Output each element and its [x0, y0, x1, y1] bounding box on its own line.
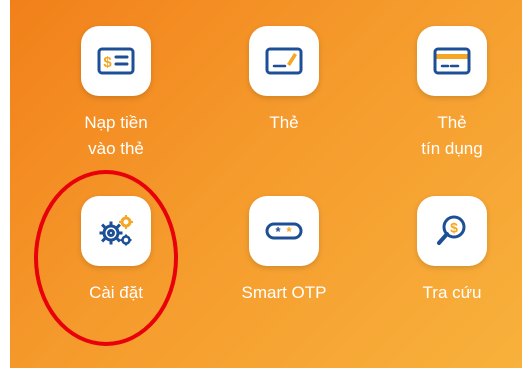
menu-item-the-tin-dung[interactable]: Thẻ tín dụng: [362, 26, 522, 196]
search-money-icon-box: $: [417, 196, 487, 266]
settings-gears-icon-box: [81, 196, 151, 266]
password-otp-icon-box: * *: [249, 196, 319, 266]
money-card-icon-box: $: [81, 26, 151, 96]
search-money-icon: $: [437, 215, 466, 245]
menu-item-label: Thẻ tín dụng: [421, 113, 483, 158]
menu-item-label: Thẻ: [269, 113, 299, 132]
menu-item-the[interactable]: Thẻ: [194, 26, 374, 196]
svg-text:$: $: [450, 220, 458, 236]
menu-item-nap-tien[interactable]: $ Nạp tiền vào thẻ: [26, 26, 206, 196]
menu-item-tra-cuu[interactable]: $ Tra cứu: [362, 196, 522, 366]
password-otp-icon: * *: [265, 222, 303, 240]
svg-text:$: $: [103, 54, 112, 71]
card-edit-icon: [265, 47, 303, 75]
menu-item-smart-otp[interactable]: * * Smart OTP: [194, 196, 374, 366]
credit-card-icon-box: [417, 26, 487, 96]
menu-item-label: Cài đặt: [89, 283, 143, 302]
menu-item-cai-dat[interactable]: Cài đặt: [26, 196, 206, 366]
card-edit-icon-box: [249, 26, 319, 96]
menu-item-label: Nạp tiền vào thẻ: [84, 113, 148, 158]
settings-gears-icon: [99, 215, 133, 246]
credit-card-icon: [433, 47, 471, 75]
menu-item-label: Tra cứu: [422, 283, 482, 302]
menu-panel: $ Nạp tiền vào thẻ Thẻ Thẻ tín dụng Cài …: [10, 0, 522, 368]
money-card-icon: $: [97, 47, 135, 75]
menu-item-label: Smart OTP: [241, 283, 327, 302]
